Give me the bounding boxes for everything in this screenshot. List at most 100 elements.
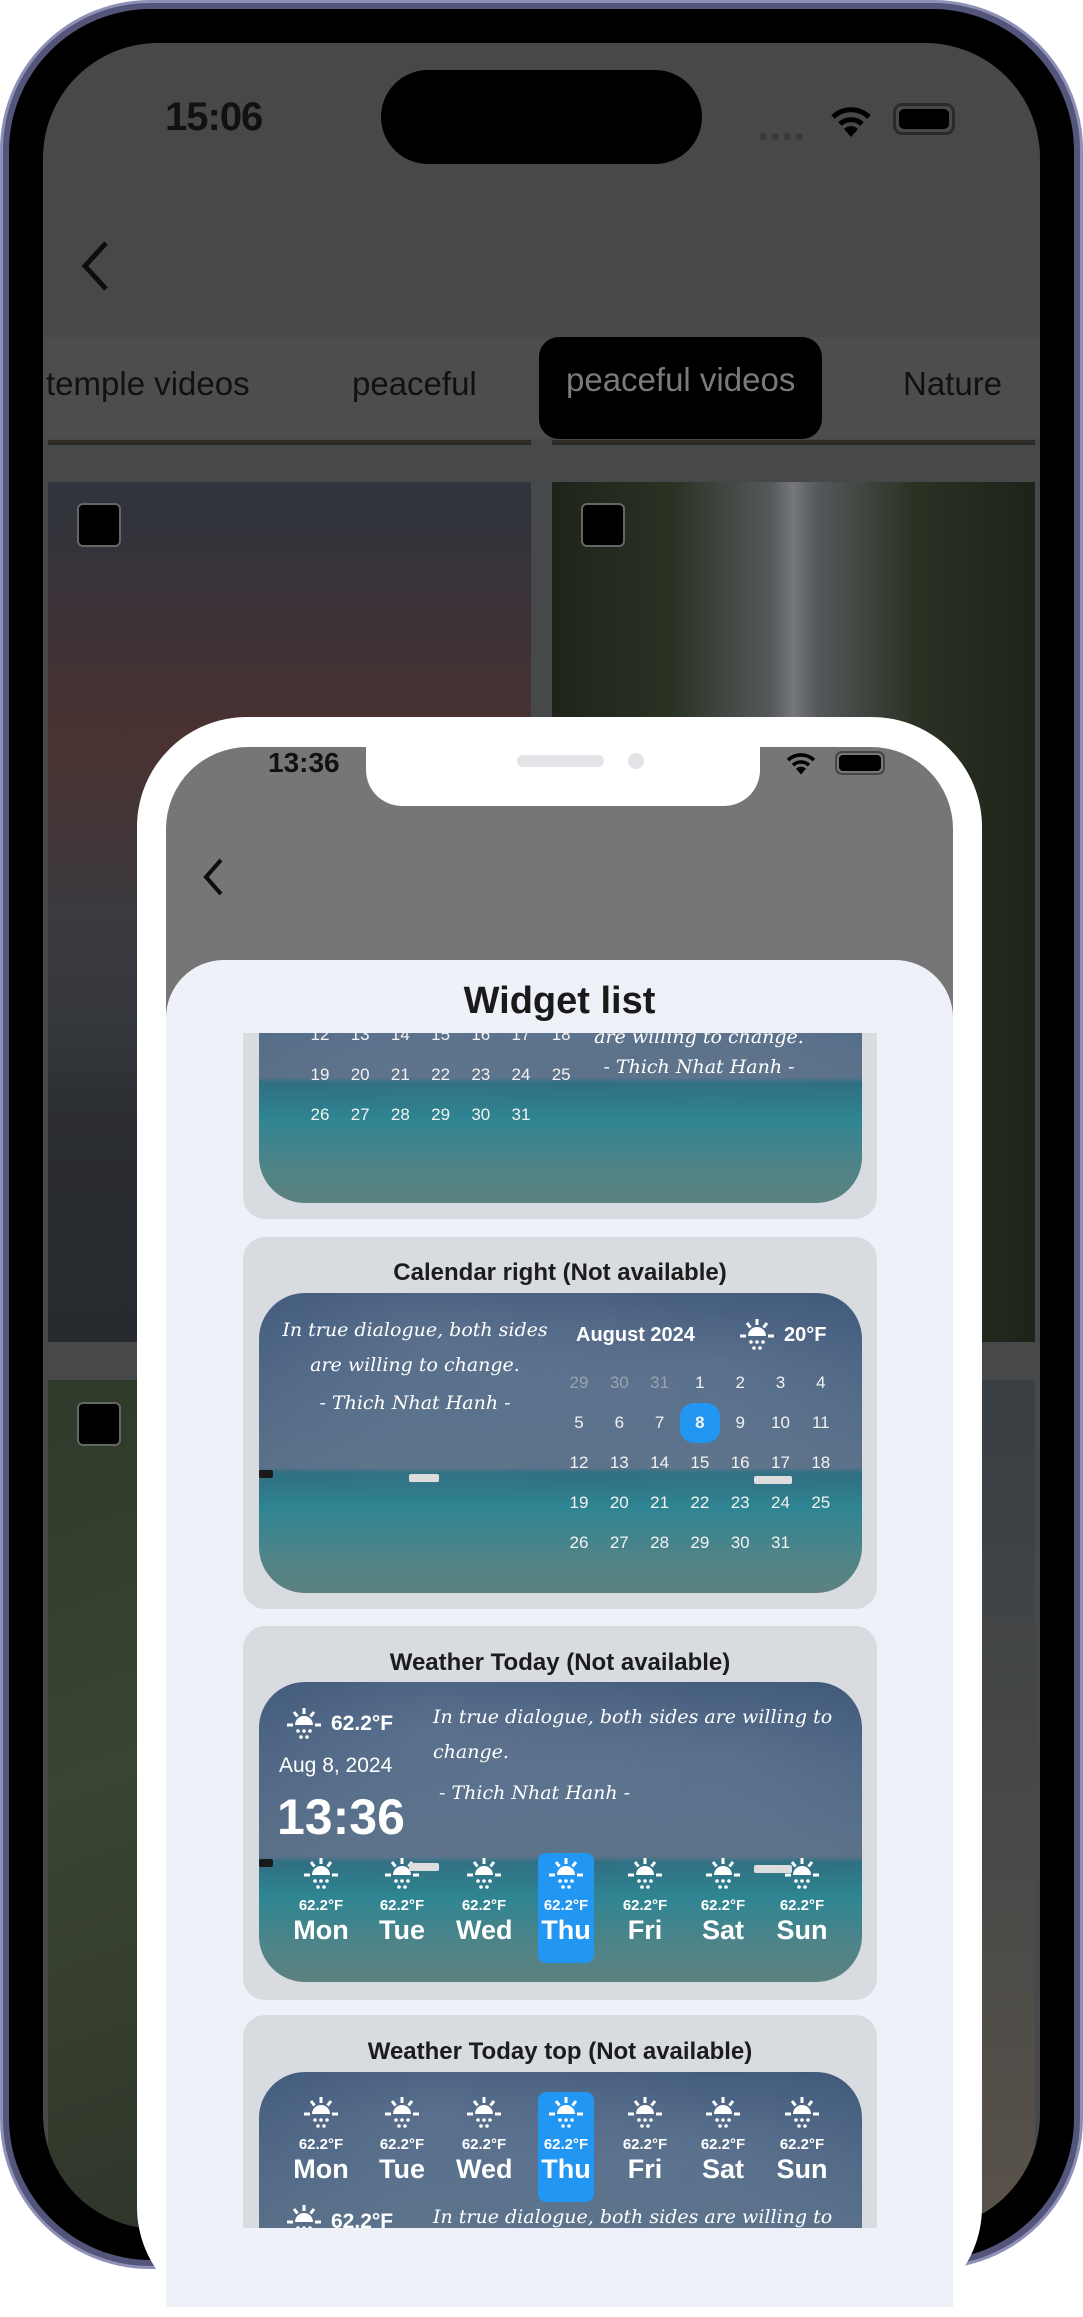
wifi-icon <box>786 753 816 775</box>
back-chevron-icon[interactable] <box>202 857 224 897</box>
forecast-day-sat[interactable]: 62.2°F Sat <box>695 2092 751 2202</box>
forecast-day-wed[interactable]: 62.2°F Wed <box>456 2092 513 2202</box>
widget-list[interactable]: are willing to change. - Thich Nhat Hanh… <box>166 1033 953 2228</box>
calendar-day[interactable]: 6 <box>599 1413 639 1433</box>
calendar-day[interactable]: 31 <box>761 1533 801 1553</box>
tab-temple-videos[interactable]: temple videos <box>46 365 250 403</box>
calendar-day[interactable]: 20 <box>599 1493 639 1513</box>
calendar-day[interactable]: 2 <box>720 1373 760 1393</box>
notch <box>366 747 760 806</box>
calendar-day[interactable]: 28 <box>640 1533 680 1553</box>
calendar-day[interactable]: 12 <box>300 1033 340 1045</box>
calendar-day[interactable]: 26 <box>559 1533 599 1553</box>
forecast-temp: 62.2°F <box>622 1897 668 1914</box>
calendar-day[interactable]: 18 <box>541 1033 581 1045</box>
forecast-day-mon[interactable]: 62.2°F Mon <box>293 1853 349 1963</box>
calendar-day[interactable]: 23 <box>720 1493 760 1513</box>
forecast-day-fri[interactable]: 62.2°F Fri <box>617 2092 673 2202</box>
calendar-day[interactable]: 30 <box>720 1533 760 1553</box>
select-checkbox[interactable] <box>581 503 625 547</box>
calendar-day[interactable]: 9 <box>720 1413 760 1433</box>
forecast-temp: 62.2°F <box>461 2136 507 2153</box>
forecast-day-thu[interactable]: 62.2°F Thu <box>538 1853 594 1963</box>
calendar-day[interactable]: 25 <box>541 1065 581 1085</box>
calendar-day[interactable]: 28 <box>380 1105 420 1125</box>
forecast-day-sun[interactable]: 62.2°F Sun <box>774 2092 830 2202</box>
widget-title: Weather Today (Not available) <box>389 1649 731 1676</box>
forecast-day-mon[interactable]: 62.2°F Mon <box>293 2092 349 2202</box>
calendar-day[interactable]: 21 <box>640 1493 680 1513</box>
tab-nature[interactable]: Nature <box>903 365 1002 403</box>
calendar-day[interactable]: 5 <box>559 1413 599 1433</box>
forecast-day-sat[interactable]: 62.2°F Sat <box>695 1853 751 1963</box>
calendar-day[interactable]: 8 <box>679 1403 720 1443</box>
forecast-temp: 62.2°F <box>779 2136 825 2153</box>
calendar-day[interactable]: 3 <box>761 1373 801 1393</box>
calendar-day[interactable]: 29 <box>559 1373 599 1393</box>
calendar-day[interactable]: 15 <box>421 1033 461 1045</box>
calendar-day[interactable]: 17 <box>501 1033 541 1045</box>
calendar-day[interactable]: 4 <box>801 1373 841 1393</box>
forecast-temp: 62.2°F <box>298 1897 344 1914</box>
widget-preview: In true dialogue, both sides are willing… <box>259 1293 862 1593</box>
calendar-day[interactable]: 7 <box>640 1413 680 1433</box>
calendar-day[interactable]: 13 <box>340 1033 380 1045</box>
calendar-day[interactable]: 11 <box>801 1413 841 1433</box>
calendar-day[interactable]: 14 <box>380 1033 420 1045</box>
calendar-day[interactable]: 15 <box>680 1453 720 1473</box>
calendar-day[interactable]: 18 <box>801 1453 841 1473</box>
divider <box>552 440 1035 445</box>
forecast-day-fri[interactable]: 62.2°F Fri <box>617 1853 673 1963</box>
calendar-day[interactable]: 12 <box>559 1453 599 1473</box>
forecast-day-label: Fri <box>627 1915 663 1945</box>
forecast-day-thu[interactable]: 62.2°F Thu <box>538 2092 594 2202</box>
back-chevron-icon[interactable] <box>80 240 110 292</box>
calendar-day[interactable]: 24 <box>761 1493 801 1513</box>
calendar-day[interactable]: 19 <box>300 1065 340 1085</box>
forecast-temp: 62.2°F <box>461 1897 507 1914</box>
widget-card-weather-today-top[interactable]: Weather Today top (Not available) 62.2°F… <box>243 2015 877 2228</box>
forecast-day-label: Wed <box>456 2154 513 2184</box>
tab-peaceful[interactable]: peaceful <box>352 365 477 403</box>
forecast-day-tue[interactable]: 62.2°F Tue <box>374 2092 430 2202</box>
calendar-day[interactable]: 29 <box>680 1533 720 1553</box>
calendar-day[interactable]: 21 <box>380 1065 420 1085</box>
calendar-day[interactable]: 16 <box>720 1453 760 1473</box>
widget-title: Weather Today top (Not available) <box>367 2038 753 2065</box>
calendar-day[interactable]: 16 <box>461 1033 501 1045</box>
select-checkbox[interactable] <box>77 503 121 547</box>
widget-card-calendar-right[interactable]: Calendar right (Not available) In true d… <box>243 1237 877 1609</box>
forecast-day-label: Tue <box>379 2154 425 2184</box>
tab-peaceful-videos[interactable]: peaceful videos <box>539 337 823 439</box>
calendar-day[interactable]: 26 <box>300 1105 340 1125</box>
calendar-day[interactable]: 31 <box>640 1373 680 1393</box>
calendar-day[interactable]: 30 <box>461 1105 501 1125</box>
widget-card-calendar-left[interactable]: are willing to change. - Thich Nhat Hanh… <box>243 1033 877 1219</box>
calendar-temp: 20°F <box>784 1324 827 1346</box>
calendar-day[interactable]: 24 <box>501 1065 541 1085</box>
category-tab-bar: temple videos peaceful peaceful videos N… <box>43 337 1040 439</box>
widget-card-weather-today[interactable]: Weather Today (Not available) 62.2°F Aug… <box>243 1626 877 2000</box>
calendar-day[interactable]: 25 <box>801 1493 841 1513</box>
calendar-day[interactable]: 1 <box>680 1373 720 1393</box>
calendar-day[interactable]: 14 <box>640 1453 680 1473</box>
calendar-day[interactable]: 29 <box>421 1105 461 1125</box>
calendar-day[interactable]: 17 <box>761 1453 801 1473</box>
select-checkbox[interactable] <box>77 1402 121 1446</box>
calendar-day[interactable]: 27 <box>340 1105 380 1125</box>
calendar-day[interactable]: 27 <box>599 1533 639 1553</box>
calendar-day[interactable]: 31 <box>501 1105 541 1125</box>
calendar-day[interactable]: 22 <box>421 1065 461 1085</box>
widget-preview: 62.2°F Aug 8, 2024 13:36 In true dialogu… <box>259 1682 862 1982</box>
calendar-day[interactable]: 13 <box>599 1453 639 1473</box>
calendar-day[interactable]: 30 <box>599 1373 639 1393</box>
dynamic-island <box>381 70 702 164</box>
calendar-day[interactable]: 20 <box>340 1065 380 1085</box>
calendar-day[interactable]: 22 <box>680 1493 720 1513</box>
calendar-day[interactable]: 23 <box>461 1065 501 1085</box>
forecast-day-label: Sat <box>701 2154 745 2184</box>
calendar-day[interactable]: 19 <box>559 1493 599 1513</box>
calendar-day[interactable]: 10 <box>761 1413 801 1433</box>
forecast-day-wed[interactable]: 62.2°F Wed <box>456 1853 513 1963</box>
status-time: 15:06 <box>165 95 263 139</box>
